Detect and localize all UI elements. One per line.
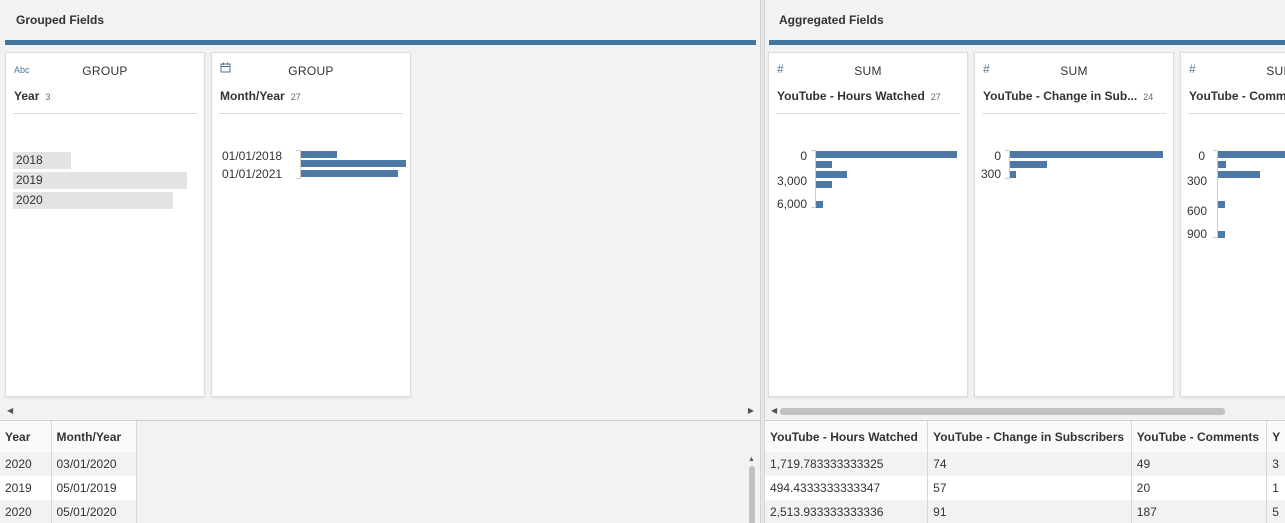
scrollbar-thumb[interactable] xyxy=(749,466,755,523)
histogram-bar[interactable] xyxy=(816,171,847,178)
histogram-label: 900 xyxy=(1187,227,1208,241)
histogram-label: 600 xyxy=(1187,204,1208,218)
field-name[interactable]: YouTube - Comme xyxy=(1189,89,1285,103)
histogram-label: 3,000 xyxy=(776,174,807,188)
card-divider xyxy=(776,113,960,114)
horizontal-scrollbar[interactable]: ◀ ▶ xyxy=(5,404,756,419)
aggregation-label[interactable]: SUM xyxy=(975,64,1173,78)
data-grid-left: Year Month/Year 2020 03/01/2020 2019 05/01… xyxy=(0,420,760,523)
histogram-bar[interactable] xyxy=(816,181,832,188)
aggregated-fields-pane: Aggregated Fields # SUM YouTube - Hours … xyxy=(765,0,1285,523)
histogram-bar[interactable] xyxy=(301,170,398,177)
table-cell: 2019 xyxy=(0,476,52,500)
field-name[interactable]: YouTube - Hours Watched 27 xyxy=(777,89,941,103)
histogram-label: 0 xyxy=(994,149,1001,163)
table-cell: 2020 xyxy=(0,452,52,476)
vertical-scrollbar[interactable]: ▲ xyxy=(748,456,756,523)
histogram-bar[interactable] xyxy=(1218,151,1285,158)
field-card-hours-watched[interactable]: # SUM YouTube - Hours Watched 27 0 3,000 … xyxy=(768,52,968,397)
aggregation-label[interactable]: SUM xyxy=(1181,64,1285,78)
aggregation-label[interactable]: SUM xyxy=(769,64,967,78)
field-name[interactable]: Year 3 xyxy=(14,89,50,103)
field-card-comments[interactable]: # SUM YouTube - Comme 0 300 600 900 xyxy=(1180,52,1285,397)
scrollbar-thumb[interactable] xyxy=(780,408,1225,415)
table-cell: 20 xyxy=(1131,476,1268,500)
column-header-truncated[interactable]: Y xyxy=(1266,421,1285,452)
histogram-label: 300 xyxy=(1187,174,1208,188)
aggregation-label[interactable]: GROUP xyxy=(6,64,204,78)
table-cell: 57 xyxy=(927,476,1132,500)
histogram-label: 01/01/2018 xyxy=(222,149,283,163)
column-header-comments[interactable]: YouTube - Comments xyxy=(1131,421,1268,452)
card-divider xyxy=(13,113,197,114)
field-card-year[interactable]: Abc GROUP Year 3 2018 2019 2020 xyxy=(5,52,205,397)
card-divider xyxy=(219,113,403,114)
pane-title: Grouped Fields xyxy=(16,13,105,27)
distinct-count: 3 xyxy=(45,92,51,102)
table-cell: 05/01/2019 xyxy=(51,476,137,500)
field-name[interactable]: YouTube - Change in Sub... 24 xyxy=(983,89,1153,103)
horizontal-scrollbar[interactable]: ◀ xyxy=(769,404,1285,419)
histogram-bar[interactable] xyxy=(816,201,823,208)
table-cell: 1 xyxy=(1266,476,1285,500)
scroll-up-icon[interactable]: ▲ xyxy=(748,456,755,463)
column-header-change-in-subscribers[interactable]: YouTube - Change in Subscribers xyxy=(927,421,1132,452)
column-header-year[interactable]: Year xyxy=(0,421,52,452)
histogram-label: 0 xyxy=(1198,149,1205,163)
histogram-bar[interactable] xyxy=(1218,171,1260,178)
value-pill-2018[interactable]: 2018 xyxy=(13,152,71,169)
table-cell: 1,719.783333333325 xyxy=(765,452,929,476)
table-cell: 2020 xyxy=(0,500,52,523)
table-cell: 494.4333333333347 xyxy=(765,476,929,500)
distinct-count: 27 xyxy=(290,92,301,102)
field-name[interactable]: Month/Year 27 xyxy=(220,89,301,103)
scroll-right-icon[interactable]: ▶ xyxy=(748,406,754,415)
histogram-bar[interactable] xyxy=(1010,171,1016,178)
card-divider xyxy=(982,113,1166,114)
histogram-bar[interactable] xyxy=(816,161,832,168)
table-cell: 3 xyxy=(1266,452,1285,476)
pane-accent-bar xyxy=(769,40,1285,45)
histogram-bar[interactable] xyxy=(1010,161,1047,168)
table-cell: 05/01/2020 xyxy=(51,500,137,523)
field-card-change-in-subscribers[interactable]: # SUM YouTube - Change in Sub... 24 0 300 xyxy=(974,52,1174,397)
histogram-label: 6,000 xyxy=(776,197,807,211)
value-pill-2020[interactable]: 2020 xyxy=(13,192,173,209)
table-cell: 91 xyxy=(927,500,1132,523)
column-header-month-year[interactable]: Month/Year xyxy=(51,421,137,452)
histogram-bar[interactable] xyxy=(1218,201,1225,208)
table-cell: 2,513.933333333336 xyxy=(765,500,929,523)
distinct-count: 24 xyxy=(1143,92,1154,102)
histogram-bar[interactable] xyxy=(301,160,406,167)
table-cell: 187 xyxy=(1131,500,1268,523)
table-cell: 03/01/2020 xyxy=(51,452,137,476)
histogram-bar[interactable] xyxy=(1218,231,1225,238)
pane-title: Aggregated Fields xyxy=(779,13,884,27)
histogram-label: 300 xyxy=(981,167,1002,181)
table-cell: 74 xyxy=(927,452,1132,476)
field-card-month-year[interactable]: GROUP Month/Year 27 01/01/2018 01/01/2021 xyxy=(211,52,411,397)
histogram-label: 01/01/2021 xyxy=(222,167,283,181)
histogram-bar[interactable] xyxy=(816,151,957,158)
histogram-bar[interactable] xyxy=(1010,151,1163,158)
table-cell: 5 xyxy=(1266,500,1285,523)
pane-accent-bar xyxy=(5,40,756,45)
aggregation-label[interactable]: GROUP xyxy=(212,64,410,78)
table-cell: 49 xyxy=(1131,452,1268,476)
histogram-bar[interactable] xyxy=(1218,161,1226,168)
column-header-hours-watched[interactable]: YouTube - Hours Watched xyxy=(765,421,929,452)
histogram-label: 0 xyxy=(800,149,807,163)
scroll-left-icon[interactable]: ◀ xyxy=(771,406,777,415)
histogram-axis xyxy=(811,150,816,208)
value-pill-2019[interactable]: 2019 xyxy=(13,172,187,189)
grouped-fields-pane: Grouped Fields Abc GROUP Year 3 2018 2019… xyxy=(0,0,760,523)
card-divider xyxy=(1188,113,1285,114)
scroll-left-icon[interactable]: ◀ xyxy=(7,406,13,415)
histogram-bar[interactable] xyxy=(301,151,337,158)
distinct-count: 27 xyxy=(930,92,941,102)
data-grid-right: YouTube - Hours Watched YouTube - Change… xyxy=(765,420,1285,523)
